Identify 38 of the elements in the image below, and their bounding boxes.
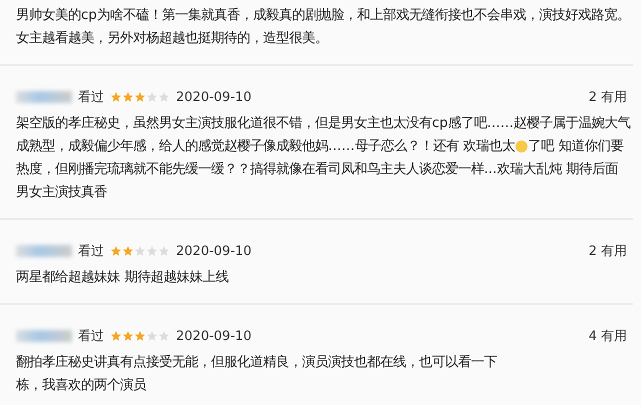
star-icon: [146, 91, 158, 103]
star-icon: [134, 91, 146, 103]
review-text: 女主越看越美，另外对杨超越也挺期待的，造型很美。: [16, 30, 328, 48]
star-icon: [110, 330, 122, 342]
review-text: 架空版的孝庄秘史，虽然男女主演技服化道很不错，但是男女主也太没有cp感了吧……赵樱子属于温婉大气: [16, 114, 631, 133]
review-text: 栋，我喜欢的两个演员: [16, 376, 146, 395]
star-icon: [122, 330, 134, 342]
star-icon: [134, 245, 146, 257]
emoji-icon: [515, 140, 528, 153]
review-text: 成熟型，成毅偏少年感，给人的感觉赵樱子像成毅他妈……母子恋么？！还有 欢瑞也太: [16, 138, 516, 156]
useful-count: 4 有用: [588, 328, 627, 345]
watched-label: 看过: [78, 243, 104, 260]
star-icon: [158, 245, 170, 257]
review-text: 男女主演技真香: [16, 184, 107, 202]
useful-count: 2 有用: [588, 243, 627, 260]
star-icon: [158, 91, 170, 103]
review-date: 2020-09-10: [176, 90, 252, 104]
star-icon: [122, 91, 134, 103]
review-text: 了吧 知道你们要: [528, 138, 624, 156]
star-icon: [146, 245, 158, 257]
star-icon: [122, 245, 134, 257]
review-date: 2020-09-10: [176, 244, 252, 258]
star-icon: [158, 330, 170, 342]
review-text: 两星都给超越妹妹 期待超越妹妹上线: [16, 268, 228, 287]
review-text: 热度，但刚播完琉璃就不能先缓一缓？？搞得就像在看司凤和鸟主夫人谈恋爱一样...欢瑞大乱炖 期待后面: [16, 160, 618, 179]
review-date: 2020-09-10: [176, 328, 252, 344]
blurred-username: [16, 330, 72, 342]
review-text: 男帅女美的cp为啥不磕！第一集就真香，成毅真的剧抛脸，和上部戏无缝衔接也不会串戏，演技好戏路宽。: [16, 6, 630, 25]
blurred-username: [16, 91, 72, 103]
blurred-username: [16, 245, 72, 257]
star-icon: [146, 330, 158, 342]
watched-label: 看过: [78, 89, 104, 106]
review-text: 翻拍孝庄秘史讲真有点接受无能，但服化道精良，演员演技也都在线，也可以看一下: [16, 354, 497, 372]
star-icon: [110, 91, 122, 103]
useful-count: 2 有用: [588, 89, 627, 106]
star-icon: [110, 245, 122, 257]
star-icon: [134, 330, 146, 342]
watched-label: 看过: [78, 328, 104, 345]
